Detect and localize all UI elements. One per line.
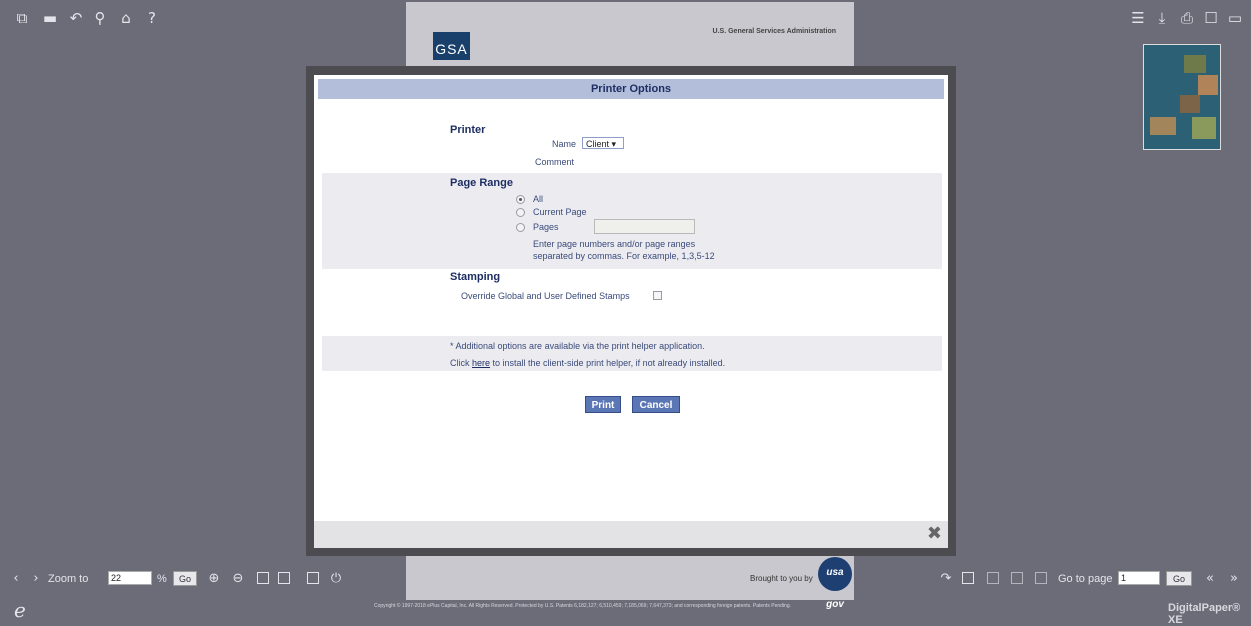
home-icon[interactable]: ⌂ [116, 8, 136, 28]
folder-icon[interactable]: ▬ [40, 8, 60, 28]
digitalpaper-logo: DigitalPaper® XE [1168, 602, 1241, 626]
bottom-toolbar: ‹ › Zoom to 22 % Go ⊕ ⊖ ⏻ ↷ Go to page 1… [0, 570, 1251, 590]
printer-name-select[interactable]: Client ▾ [582, 137, 624, 149]
pages-hint-line2: separated by commas. For example, 1,3,5-… [533, 251, 715, 261]
printer-options-dialog: Printer Options Printer Name Client ▾ Co… [314, 75, 948, 548]
override-stamps-checkbox[interactable] [653, 291, 662, 300]
first-page-box-icon[interactable] [1011, 572, 1023, 584]
radio-pages-label: Pages [533, 222, 559, 232]
pages-input[interactable] [594, 219, 695, 234]
panel-icon[interactable]: ▭ [1225, 8, 1245, 28]
close-icon[interactable]: ✖ [927, 525, 942, 543]
first-page-icon[interactable]: « [1202, 571, 1218, 587]
document-header: U.S. General Services Administration [712, 28, 836, 35]
zoom-go-button[interactable]: Go [173, 571, 197, 586]
rotate-icon[interactable]: ↷ [938, 571, 954, 587]
eplus-logo: e [14, 598, 26, 622]
power-icon[interactable]: ⏻ [328, 571, 344, 587]
copyright-text: Copyright © 1997-2018 ePlus Capital, Inc… [374, 603, 792, 609]
next-page-icon[interactable]: › [28, 571, 44, 587]
last-page-icon[interactable]: » [1226, 571, 1242, 587]
printer-name-label: Name [552, 139, 577, 149]
search-icon[interactable]: ⚲ [90, 8, 110, 28]
zoom-input[interactable]: 22 [108, 571, 152, 585]
download-icon[interactable]: ⤓ [1152, 8, 1172, 28]
dialog-title: Printer Options [318, 79, 944, 99]
two-page-icon[interactable] [307, 572, 319, 584]
cancel-button[interactable]: Cancel [632, 396, 680, 413]
gsa-logo: GSA [433, 32, 470, 60]
help-icon[interactable]: ? [142, 8, 162, 28]
goto-page-input[interactable]: 1 [1118, 571, 1160, 585]
override-stamps-label: Override Global and User Defined Stamps [461, 291, 630, 301]
page-thumbnail[interactable] [1143, 44, 1221, 150]
print-button[interactable]: Print [585, 396, 621, 413]
info-line2-prefix: Click [450, 358, 472, 368]
fit-width-icon[interactable] [278, 572, 290, 584]
pages-hint-line1: Enter page numbers and/or page ranges [533, 239, 696, 249]
printer-comment-label: Comment [535, 157, 575, 167]
info-line2-suffix: to install the client-side print helper,… [490, 358, 726, 368]
radio-pages[interactable] [516, 223, 525, 232]
info-line2: Click here to install the client-side pr… [450, 358, 725, 368]
printer-heading: Printer [450, 124, 486, 136]
fullscreen-icon[interactable]: ☐ [1201, 8, 1221, 28]
radio-all[interactable] [516, 195, 525, 204]
radio-all-label: All [533, 194, 544, 204]
info-line1: * Additional options are available via t… [450, 341, 705, 351]
print-icon[interactable]: ⎙ [1177, 8, 1197, 28]
goto-page-go-button[interactable]: Go [1166, 571, 1192, 586]
zoom-in-icon[interactable]: ⊕ [206, 571, 222, 587]
dialog-footer: ✖ [314, 521, 948, 548]
radio-current-page-label: Current Page [533, 207, 587, 217]
zoom-unit: % [157, 573, 167, 585]
select-area-icon[interactable] [962, 572, 974, 584]
previous-page-icon[interactable]: ‹ [8, 571, 24, 587]
zoom-area-icon[interactable] [987, 572, 999, 584]
install-helper-link[interactable]: here [472, 358, 490, 368]
last-page-box-icon[interactable] [1035, 572, 1047, 584]
undo-icon[interactable]: ↶ [66, 8, 86, 28]
page-range-heading: Page Range [450, 177, 513, 189]
list-icon[interactable]: ☰ [1128, 8, 1148, 28]
goto-page-label: Go to page [1058, 573, 1113, 585]
radio-current-page[interactable] [516, 208, 525, 217]
zoom-label: Zoom to [48, 573, 89, 585]
zoom-out-icon[interactable]: ⊖ [230, 571, 246, 587]
new-document-icon[interactable]: ⧉ [12, 8, 32, 28]
stamping-heading: Stamping [450, 271, 501, 283]
fit-page-icon[interactable] [257, 572, 269, 584]
status-bar: e Copyright © 1997-2018 ePlus Capital, I… [0, 598, 1251, 626]
